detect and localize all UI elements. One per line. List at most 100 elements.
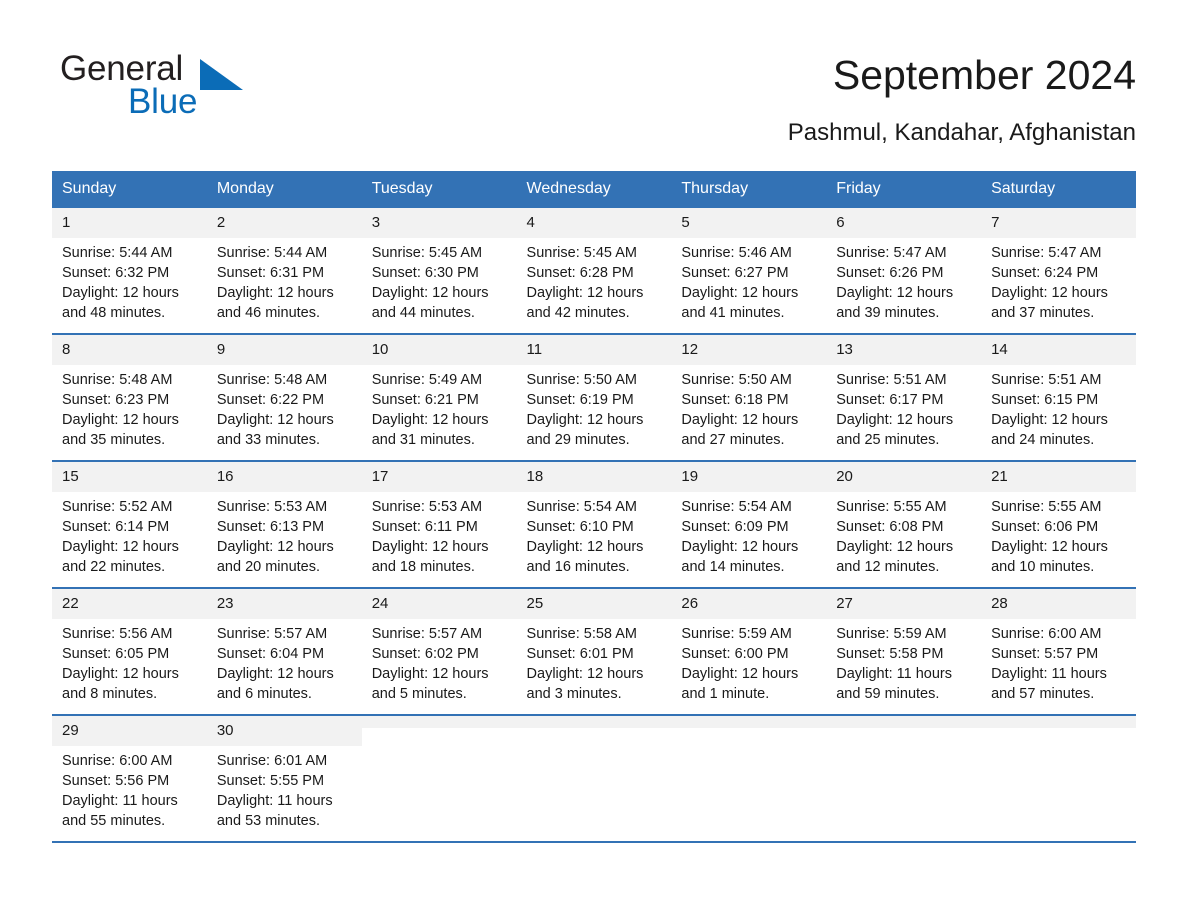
daylight-duration-line2: and 33 minutes. [216, 432, 321, 448]
calendar-day-cell[interactable]: 7 Sunrise: 5:47 AM Sunset: 6:24 PM Daylight… [981, 208, 1136, 334]
daylight-duration-line2: and 35 minutes. [62, 432, 166, 448]
daylight-duration-line2: and 31 minutes. [371, 432, 475, 448]
daylight-duration-line2: and 44 minutes. [371, 305, 475, 321]
sunrise-time: Sunrise: 5:45 AM [371, 245, 483, 261]
day-details: Sunrise: 5:54 AM Sunset: 6:10 PM Daylight:… [517, 492, 672, 587]
day-cell-inner: 15 Sunrise: 5:52 AM Sunset: 6:14 PM Dayligh… [52, 462, 207, 587]
sunrise-time: Sunrise: 5:54 AM [526, 499, 637, 515]
day-details: Sunrise: 5:51 AM Sunset: 6:15 PM Daylight:… [981, 365, 1136, 460]
calendar-day-cell[interactable]: 23 Sunrise: 5:57 AM Sunset: 6:04 PM Dayligh… [206, 587, 362, 715]
calendar-day-cell[interactable]: 4 Sunrise: 5:45 AM Sunset: 6:28 PM Daylight… [516, 208, 672, 334]
sunrise-time: Sunrise: 6:00 AM [62, 753, 173, 769]
calendar-day-cell[interactable]: 8 Sunrise: 5:48 AM Sunset: 6:23 PM Daylight… [52, 333, 207, 461]
sunset-time: Sunset: 6:06 PM [991, 519, 1099, 535]
calendar-day-cell[interactable]: 24 Sunrise: 5:57 AM Sunset: 6:02 PM Dayligh… [361, 587, 517, 715]
calendar-day-cell[interactable]: 20 Sunrise: 5:55 AM Sunset: 6:08 PM Dayligh… [826, 460, 982, 588]
day-cell-inner: 10 Sunrise: 5:49 AM Sunset: 6:21 PM Dayligh… [361, 335, 517, 460]
calendar-day-cell[interactable]: 1 Sunrise: 5:44 AM Sunset: 6:32 PM Daylight… [52, 208, 207, 334]
calendar-day-cell[interactable]: 6 Sunrise: 5:47 AM Sunset: 6:26 PM Daylight… [826, 208, 982, 334]
day-details: Sunrise: 5:55 AM Sunset: 6:08 PM Daylight:… [826, 492, 981, 587]
day-cell-inner: 27 Sunrise: 5:59 AM Sunset: 5:58 PM Dayligh… [826, 589, 982, 714]
sunrise-time: Sunrise: 5:51 AM [836, 372, 947, 388]
day-number: 18 [516, 462, 672, 492]
calendar-day-cell[interactable]: 27 Sunrise: 5:59 AM Sunset: 5:58 PM Dayligh… [826, 587, 982, 715]
calendar-page: General Blue September 2024 Pashmul, Kan… [0, 0, 1188, 918]
sunrise-time: Sunrise: 5:57 AM [216, 626, 328, 642]
day-details: Sunrise: 5:47 AM Sunset: 6:26 PM Daylight:… [826, 238, 981, 333]
calendar-day-cell[interactable]: 2 Sunrise: 5:44 AM Sunset: 6:31 PM Daylight… [206, 208, 362, 334]
day-number: 12 [671, 335, 827, 365]
calendar-day-cell[interactable]: 5 Sunrise: 5:46 AM Sunset: 6:27 PM Daylight… [671, 208, 827, 334]
sunrise-time: Sunrise: 5:57 AM [371, 626, 483, 642]
calendar-week-row: 8 Sunrise: 5:48 AM Sunset: 6:23 PM Daylight… [52, 333, 1136, 461]
calendar-day-cell[interactable]: 12 Sunrise: 5:50 AM Sunset: 6:18 PM Dayligh… [671, 333, 827, 461]
sunrise-time: Sunrise: 5:53 AM [371, 499, 483, 515]
day-number: 3 [361, 208, 517, 238]
calendar-day-cell[interactable]: 29 Sunrise: 6:00 AM Sunset: 5:56 PM Dayligh… [52, 714, 207, 841]
day-number: 11 [516, 335, 672, 365]
day-number: 7 [981, 208, 1136, 238]
calendar-day-cell[interactable]: 14 Sunrise: 5:51 AM Sunset: 6:15 PM Dayligh… [981, 333, 1136, 461]
sunrise-time: Sunrise: 5:45 AM [526, 245, 637, 261]
calendar-day-cell[interactable]: 17 Sunrise: 5:53 AM Sunset: 6:11 PM Dayligh… [361, 460, 517, 588]
daylight-duration-line1: Daylight: 12 hours [62, 539, 179, 555]
day-details: Sunrise: 5:53 AM Sunset: 6:13 PM Daylight:… [207, 492, 362, 587]
daylight-duration-line1: Daylight: 12 hours [371, 285, 489, 301]
calendar-day-cell[interactable]: 16 Sunrise: 5:53 AM Sunset: 6:13 PM Dayligh… [206, 460, 362, 588]
calendar-day-cell[interactable]: 11 Sunrise: 5:50 AM Sunset: 6:19 PM Dayligh… [516, 333, 672, 461]
sunset-time: Sunset: 6:09 PM [681, 519, 789, 535]
sunrise-time: Sunrise: 5:44 AM [62, 245, 173, 261]
calendar-day-cell[interactable]: 26 Sunrise: 5:59 AM Sunset: 6:00 PM Dayligh… [671, 587, 827, 715]
calendar-day-cell[interactable]: 13 Sunrise: 5:51 AM Sunset: 6:17 PM Dayligh… [826, 333, 982, 461]
daylight-duration-line2: and 8 minutes. [62, 686, 158, 702]
daylight-duration-line1: Daylight: 12 hours [371, 539, 489, 555]
day-cell-inner: 3 Sunrise: 5:45 AM Sunset: 6:30 PM Daylight… [361, 208, 517, 333]
daylight-duration-line2: and 37 minutes. [991, 305, 1095, 321]
calendar-day-cell[interactable]: 22 Sunrise: 5:56 AM Sunset: 6:05 PM Dayligh… [52, 587, 207, 715]
day-number: 16 [206, 462, 362, 492]
daylight-duration-line1: Daylight: 11 hours [62, 793, 178, 809]
calendar-day-cell[interactable]: 21 Sunrise: 5:55 AM Sunset: 6:06 PM Dayligh… [981, 460, 1136, 588]
day-details: Sunrise: 5:55 AM Sunset: 6:06 PM Daylight:… [981, 492, 1136, 587]
sunrise-time: Sunrise: 5:54 AM [681, 499, 792, 515]
calendar-day-cell[interactable]: 25 Sunrise: 5:58 AM Sunset: 6:01 PM Dayligh… [516, 587, 672, 715]
sunset-time: Sunset: 5:58 PM [836, 646, 944, 662]
day-number: 5 [671, 208, 827, 238]
calendar-day-cell[interactable]: 28 Sunrise: 6:00 AM Sunset: 5:57 PM Dayligh… [981, 587, 1136, 715]
day-details: Sunrise: 5:48 AM Sunset: 6:23 PM Daylight:… [52, 365, 207, 460]
calendar-day-cell[interactable]: 9 Sunrise: 5:48 AM Sunset: 6:22 PM Daylight… [206, 333, 362, 461]
calendar-day-cell[interactable]: 18 Sunrise: 5:54 AM Sunset: 6:10 PM Dayligh… [516, 460, 672, 588]
daylight-duration-line2: and 29 minutes. [526, 432, 630, 448]
sunrise-time: Sunrise: 5:55 AM [991, 499, 1102, 515]
day-number: 13 [826, 335, 982, 365]
day-cell-inner: 22 Sunrise: 5:56 AM Sunset: 6:05 PM Dayligh… [52, 589, 207, 714]
daylight-duration-line2: and 3 minutes. [526, 686, 622, 702]
sunrise-time: Sunrise: 5:49 AM [371, 372, 483, 388]
day-cell-inner [981, 716, 1136, 826]
day-number [671, 716, 827, 728]
day-number [981, 716, 1136, 728]
sunrise-time: Sunrise: 5:50 AM [681, 372, 792, 388]
daylight-duration-line2: and 39 minutes. [836, 305, 940, 321]
day-details: Sunrise: 5:54 AM Sunset: 6:09 PM Daylight:… [671, 492, 826, 587]
daylight-duration-line2: and 27 minutes. [681, 432, 785, 448]
daylight-duration-line2: and 24 minutes. [991, 432, 1095, 448]
sunset-time: Sunset: 6:30 PM [371, 265, 479, 281]
calendar-day-cell[interactable]: 3 Sunrise: 5:45 AM Sunset: 6:30 PM Daylight… [361, 208, 517, 334]
calendar-day-cell[interactable]: 19 Sunrise: 5:54 AM Sunset: 6:09 PM Dayligh… [671, 460, 827, 588]
day-number: 4 [516, 208, 672, 238]
day-cell-inner: 9 Sunrise: 5:48 AM Sunset: 6:22 PM Daylight… [206, 335, 362, 460]
calendar-day-cell[interactable]: 10 Sunrise: 5:49 AM Sunset: 6:21 PM Dayligh… [361, 333, 517, 461]
day-details: Sunrise: 5:49 AM Sunset: 6:21 PM Daylight:… [362, 365, 517, 460]
logo-triangle-icon [200, 59, 243, 90]
calendar-day-cell[interactable]: 30 Sunrise: 6:01 AM Sunset: 5:55 PM Dayligh… [206, 714, 362, 841]
sunrise-time: Sunrise: 5:55 AM [836, 499, 947, 515]
day-cell-inner [516, 716, 672, 826]
day-cell-inner: 29 Sunrise: 6:00 AM Sunset: 5:56 PM Dayligh… [52, 716, 207, 841]
daylight-duration-line1: Daylight: 12 hours [62, 412, 179, 428]
day-details: Sunrise: 5:51 AM Sunset: 6:17 PM Daylight:… [826, 365, 981, 460]
calendar-day-cell[interactable]: 15 Sunrise: 5:52 AM Sunset: 6:14 PM Dayligh… [52, 460, 207, 588]
daylight-duration-line1: Daylight: 12 hours [991, 412, 1108, 428]
day-number: 1 [52, 208, 207, 238]
sunset-time: Sunset: 6:15 PM [991, 392, 1099, 408]
